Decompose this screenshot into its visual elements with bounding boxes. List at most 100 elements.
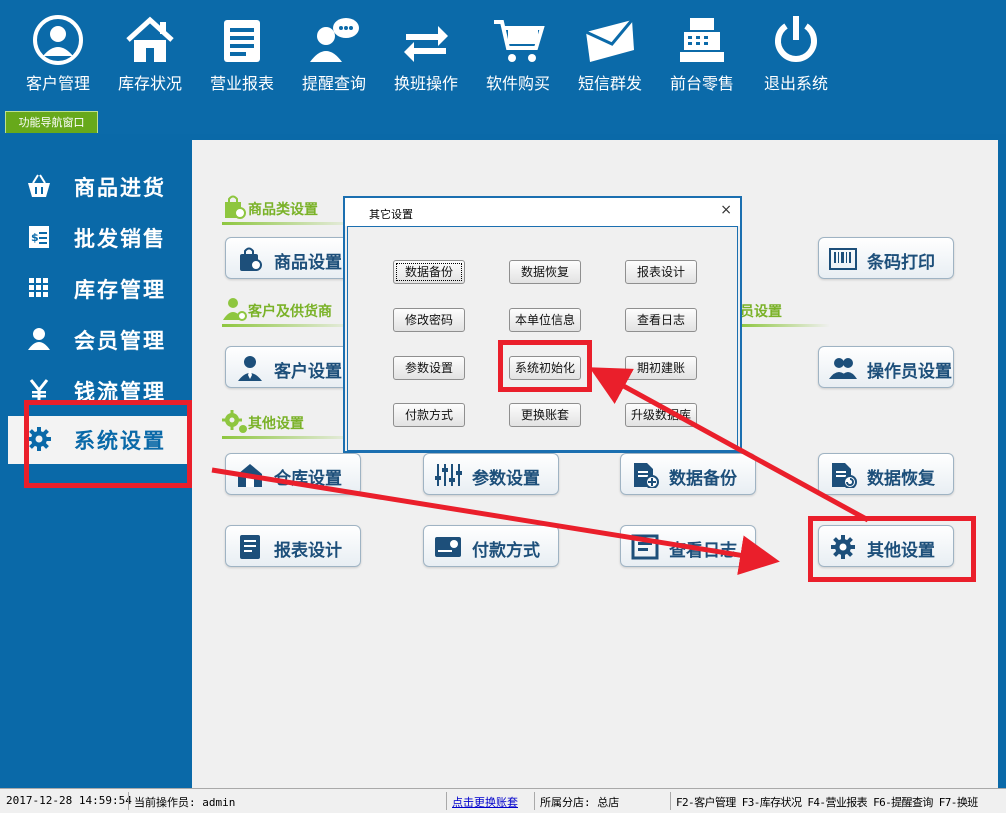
sidebar-item-label: 会员管理	[74, 329, 166, 353]
dialog-view-log-button[interactable]: 查看日志	[625, 308, 697, 332]
status-divider	[534, 792, 535, 810]
status-datetime: 2017-12-28 14:59:54	[6, 794, 132, 807]
sidebar-item-stock[interactable]: 库存管理	[8, 265, 192, 311]
bag-gear-icon	[225, 195, 246, 219]
toolbar-item-retail[interactable]: 前台零售	[656, 8, 748, 100]
dialog-report-design-button[interactable]: 报表设计	[625, 260, 697, 284]
toolbar-item-inventory[interactable]: 库存状况	[104, 8, 196, 100]
toolbar-item-exit[interactable]: 退出系统	[750, 8, 842, 100]
status-operator: 当前操作员: admin	[134, 796, 236, 809]
param-setting-button[interactable]: 参数设置	[423, 453, 559, 495]
dialog-change-password-button[interactable]: 修改密码	[393, 308, 465, 332]
document-restore-icon	[832, 463, 857, 488]
section-title: 员设置	[740, 304, 782, 320]
log-icon	[631, 534, 659, 560]
customer-setting-button[interactable]: 客户设置	[225, 346, 361, 388]
toolbar-label: 短信群发	[577, 74, 642, 93]
toolbar-label: 退出系统	[763, 74, 828, 93]
cash-register-icon	[674, 14, 730, 66]
annotation-box-system-init	[498, 340, 592, 392]
toolbar-label: 软件购买	[485, 74, 550, 93]
button-label: 数据备份	[669, 469, 737, 489]
dialog-title: 其它设置	[369, 208, 413, 221]
other-settings-dialog: 其它设置 × 数据备份 数据恢复 报表设计 修改密码 本单位信息 查看日志 参数…	[343, 196, 742, 453]
dialog-titlebar: 其它设置 ×	[345, 198, 740, 226]
barcode-print-button[interactable]: 条码打印	[818, 237, 954, 279]
gears-icon	[222, 410, 247, 433]
dialog-opening-account-button[interactable]: 期初建账	[625, 356, 697, 380]
sidebar-item-purchase[interactable]: 商品进货	[8, 163, 192, 209]
document-add-icon	[634, 463, 659, 488]
section-operator-settings: 员设置	[740, 294, 860, 328]
status-branch: 所属分店: 总店	[540, 796, 620, 809]
close-icon[interactable]: ×	[720, 202, 732, 218]
dialog-body: 数据备份 数据恢复 报表设计 修改密码 本单位信息 查看日志 参数设置 系统初始…	[347, 226, 738, 451]
operator-setting-button[interactable]: 操作员设置	[818, 346, 954, 388]
status-divider	[128, 792, 129, 810]
button-label: 商品设置	[274, 253, 342, 273]
toolbar-item-purchase[interactable]: 软件购买	[472, 8, 564, 100]
dialog-data-restore-button[interactable]: 数据恢复	[509, 260, 581, 284]
toolbar-item-reminder[interactable]: 提醒查询	[288, 8, 380, 100]
section-divider	[222, 324, 362, 327]
tab-function-navigation[interactable]: 功能导航窗口	[5, 111, 98, 133]
dialog-param-setting-button[interactable]: 参数设置	[393, 356, 465, 380]
button-label: 查看日志	[669, 541, 737, 561]
section-title: 客户及供货商	[248, 304, 332, 320]
report-design-button[interactable]: 报表设计	[225, 525, 361, 567]
section-title: 其他设置	[248, 416, 304, 432]
button-label: 条码打印	[867, 253, 935, 273]
status-shortcuts: F2-客户管理 F3-库存状况 F4-营业报表 F6-提醒查询 F7-换班	[676, 796, 978, 809]
sliders-icon	[435, 464, 462, 486]
goods-setting-button[interactable]: 商品设置	[225, 237, 361, 279]
sidebar-item-wholesale[interactable]: $ 批发销售	[8, 214, 192, 260]
dialog-payment-method-button[interactable]: 付款方式	[393, 403, 465, 427]
chat-user-icon	[306, 14, 362, 66]
warehouse-icon	[238, 464, 262, 487]
sidebar-item-label: 商品进货	[74, 176, 166, 200]
section-title: 商品类设置	[248, 202, 318, 218]
button-label: 数据恢复	[867, 469, 935, 489]
toolbar-item-report[interactable]: 营业报表	[196, 8, 288, 100]
dialog-data-backup-button[interactable]: 数据备份	[393, 260, 465, 284]
toolbar-item-sms[interactable]: 短信群发	[564, 8, 656, 100]
toolbar-item-customer[interactable]: 客户管理	[12, 8, 104, 100]
payment-method-button[interactable]: 付款方式	[423, 525, 559, 567]
toolbar-label: 提醒查询	[301, 74, 366, 93]
power-icon	[768, 14, 824, 66]
button-label: 参数设置	[472, 469, 540, 489]
payment-card-icon	[435, 537, 461, 557]
report-icon	[214, 14, 270, 66]
dialog-upgrade-db-button[interactable]: 升级数据库	[625, 403, 697, 427]
toolbar-label: 前台零售	[669, 74, 734, 93]
dialog-company-info-button[interactable]: 本单位信息	[509, 308, 581, 332]
toolbar-label: 库存状况	[117, 74, 182, 93]
sidebar-item-member[interactable]: 会员管理	[8, 316, 192, 362]
view-log-button[interactable]: 查看日志	[620, 525, 756, 567]
data-backup-button[interactable]: 数据备份	[620, 453, 756, 495]
users-icon	[829, 358, 857, 379]
section-divider	[740, 324, 830, 327]
toolbar-item-shift[interactable]: 换班操作	[380, 8, 472, 100]
button-label: 操作员设置	[867, 362, 952, 382]
basket-icon	[28, 174, 50, 197]
sidebar-item-label: 库存管理	[74, 278, 166, 302]
switch-account-link[interactable]: 点击更换账套	[452, 794, 518, 810]
bag-icon	[240, 247, 262, 271]
toolbar-label: 客户管理	[25, 74, 90, 93]
swap-icon	[398, 14, 454, 66]
barcode-icon	[829, 248, 857, 270]
button-label: 报表设计	[274, 541, 342, 561]
cart-icon	[490, 14, 546, 66]
customer-tie-icon	[238, 356, 262, 381]
data-restore-button[interactable]: 数据恢复	[818, 453, 954, 495]
section-divider	[222, 222, 362, 225]
button-label: 仓库设置	[274, 469, 342, 489]
envelope-icon	[582, 14, 638, 66]
toolbar-label: 营业报表	[209, 74, 274, 93]
top-toolbar: 客户管理 库存状况 营业报表 提醒查询 换班操作 软件购买 短信群发 前台零售 …	[0, 0, 1006, 106]
warehouse-setting-button[interactable]: 仓库设置	[225, 453, 361, 495]
button-label: 付款方式	[472, 541, 540, 561]
status-divider	[670, 792, 671, 810]
dialog-switch-account-button[interactable]: 更换账套	[509, 403, 581, 427]
